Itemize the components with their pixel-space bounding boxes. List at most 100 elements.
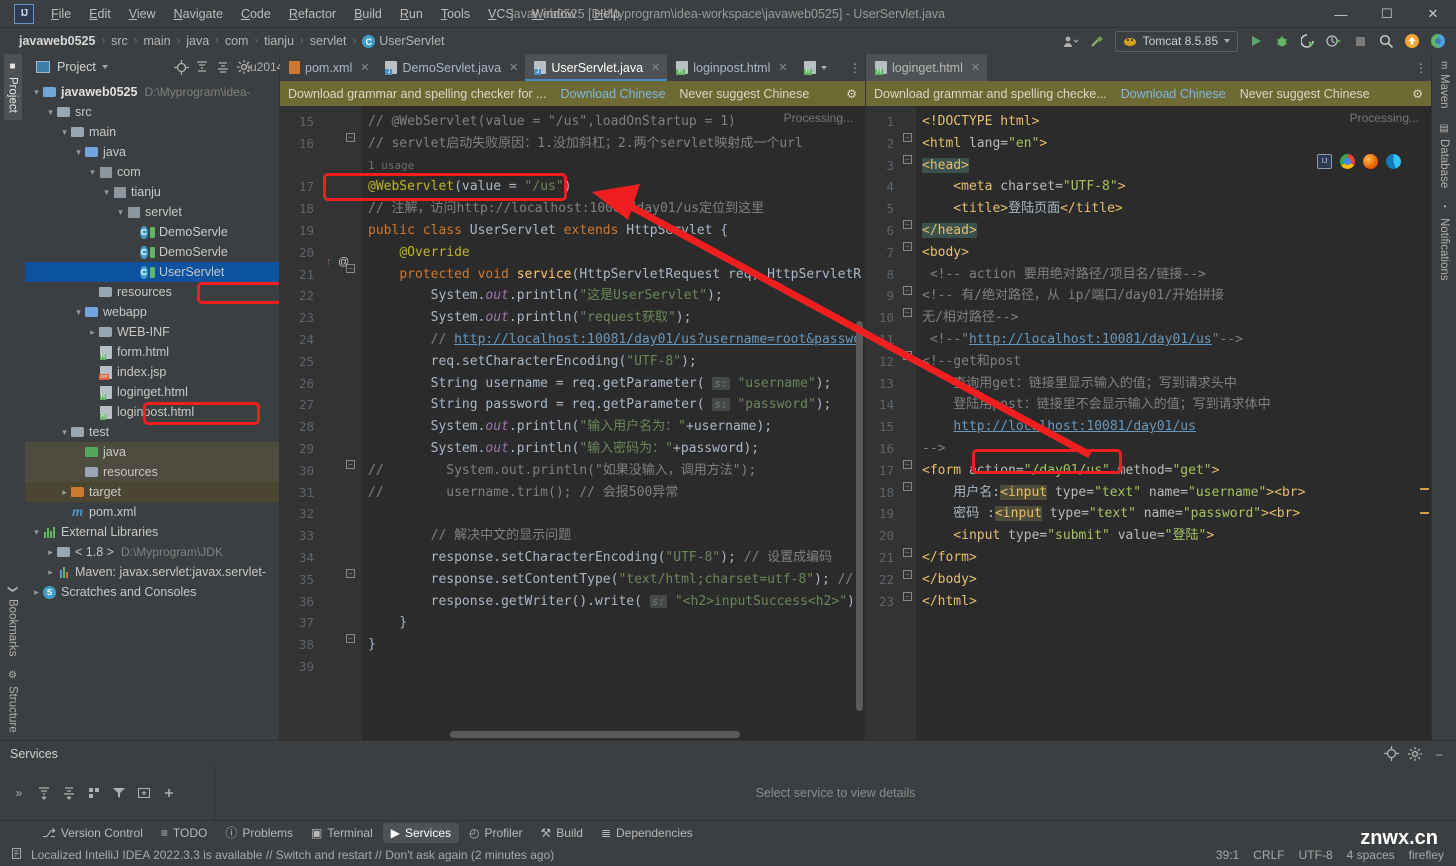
bottom-tab-todo[interactable]: ≡ TODO — [153, 823, 215, 843]
override-marker-icon[interactable]: ↑ — [326, 256, 332, 268]
tree-node-pom-xml[interactable]: m pom.xml — [25, 502, 279, 522]
code-line[interactable]: req.setCharacterEncoding("UTF-8"); — [362, 351, 865, 373]
close-tab-icon[interactable]: ✕ — [651, 61, 660, 74]
run-button[interactable] — [1244, 30, 1268, 52]
chevron-down-icon[interactable]: ▾ — [59, 127, 70, 138]
code-line[interactable]: <!-- 有/绝对路径，从 ip/端口/day01/开始拼接 — [916, 285, 1431, 307]
code-line[interactable]: @WebServlet(value = "/us") — [362, 176, 865, 198]
ide-assistant-icon[interactable] — [1426, 30, 1450, 52]
bottom-tab-terminal[interactable]: ▣ Terminal — [303, 823, 381, 843]
tool-window-tab-structure[interactable]: ⚙ Structure — [4, 663, 22, 740]
tree-node-main[interactable]: ▾ main — [25, 122, 279, 142]
code-line[interactable]: <input type="submit" value="登陆"> — [916, 525, 1431, 547]
ij-browser-icon[interactable]: IJ — [1317, 154, 1332, 169]
search-everywhere-icon[interactable] — [1374, 30, 1398, 52]
expand-all-icon[interactable] — [33, 782, 55, 804]
tool-window-tab-bookmarks[interactable]: ❯ Bookmarks — [4, 578, 22, 663]
code-line[interactable]: String password = req.getParameter( s: "… — [362, 394, 865, 416]
code-line[interactable]: </html> — [916, 591, 1431, 613]
tree-node-java[interactable]: java — [25, 442, 279, 462]
code-line[interactable]: <!-- action 要用绝对路径/项目名/链接--> — [916, 264, 1431, 286]
chevron-down-icon[interactable]: ▾ — [31, 527, 42, 538]
code-line[interactable]: 登陆用post：链接里不会显示输入的值；写到请求体中 — [916, 394, 1431, 416]
tree-node-com[interactable]: ▾ com — [25, 162, 279, 182]
editor-tab-demoservlet-java[interactable]: DemoServlet.java ✕ — [376, 54, 525, 81]
chevron-down-icon[interactable]: ▾ — [87, 167, 98, 178]
code-line[interactable]: response.setContentType("text/html;chars… — [362, 569, 865, 591]
tool-window-tab-database[interactable]: ▤ Database — [1435, 116, 1453, 195]
code-line[interactable]: <form action="/day01/us" method="get"> — [916, 460, 1431, 482]
breadcrumb-item-java[interactable]: java — [183, 33, 212, 49]
git-branch[interactable]: firefley — [1409, 848, 1444, 862]
menu-item-code[interactable]: Code — [232, 3, 280, 25]
close-tab-icon[interactable]: ✕ — [971, 61, 980, 74]
run-with-coverage-button[interactable] — [1296, 30, 1320, 52]
project-tree[interactable]: ▾ javaweb0525 D:\Myprogram\idea- ▾ src ▾ main ▾… — [25, 80, 279, 740]
profiler-button[interactable] — [1322, 30, 1346, 52]
close-tab-icon[interactable]: ✕ — [360, 61, 369, 74]
stop-button[interactable] — [1348, 30, 1372, 52]
tree-node-maven-javax-servlet-javax-servlet-[interactable]: ▸ Maven: javax.servlet:javax.servlet- — [25, 562, 279, 582]
fold-icon[interactable]: – — [903, 286, 912, 295]
fold-icon[interactable]: – — [903, 220, 912, 229]
tree-node-tianju[interactable]: ▾ tianju — [25, 182, 279, 202]
build-hammer-icon[interactable] — [1085, 30, 1109, 52]
tree-node-scratches-and-consoles[interactable]: ▸ S Scratches and Consoles — [25, 582, 279, 602]
chevron-down-icon[interactable]: ▾ — [45, 107, 56, 118]
tree-node-test[interactable]: ▾ test — [25, 422, 279, 442]
ide-update-icon[interactable] — [1400, 30, 1424, 52]
chevron-down-icon[interactable]: ▾ — [73, 147, 84, 158]
run-configuration-selector[interactable]: Tomcat 8.5.85 — [1114, 30, 1238, 52]
close-tab-icon[interactable]: ✕ — [778, 61, 787, 74]
chrome-icon[interactable] — [1340, 154, 1355, 169]
tree-node-servlet[interactable]: ▾ servlet — [25, 202, 279, 222]
editor-tab-pom-xml[interactable]: pom.xml ✕ — [280, 54, 376, 81]
chevron-down-icon[interactable]: ▾ — [31, 87, 42, 98]
code-line[interactable] — [362, 656, 865, 678]
fold-icon[interactable]: – — [903, 351, 912, 360]
bottom-tab-profiler[interactable]: ◴ Profiler — [461, 823, 531, 843]
menu-item-window[interactable]: Window — [523, 3, 585, 25]
code-line[interactable]: <title>登陆页面</title> — [916, 198, 1431, 220]
menu-item-file[interactable]: File — [42, 3, 80, 25]
hide-panel-icon[interactable]: \u2014 — [247, 57, 284, 77]
collapse-all-icon[interactable] — [213, 57, 233, 77]
chevron-down-icon[interactable]: ▾ — [59, 427, 70, 438]
collapse-all-icon[interactable] — [58, 782, 80, 804]
breadcrumb-item-javaweb0525[interactable]: javaweb0525 — [16, 33, 98, 49]
group-icon[interactable] — [83, 782, 105, 804]
breadcrumb-item-src[interactable]: src — [108, 33, 131, 49]
breadcrumb-item-com[interactable]: com — [222, 33, 252, 49]
warning-stripe[interactable] — [1420, 488, 1429, 490]
warning-stripe[interactable] — [1420, 512, 1429, 514]
fold-icon[interactable]: – — [903, 570, 912, 579]
line-separator[interactable]: CRLF — [1253, 848, 1284, 862]
code-line[interactable]: } — [362, 634, 865, 656]
hide-panel-icon[interactable]: – — [1428, 743, 1450, 765]
bottom-tab-build[interactable]: ⚒ Build — [533, 823, 591, 843]
filter-icon[interactable] — [108, 782, 130, 804]
code-line[interactable]: <!--get和post — [916, 351, 1431, 373]
tree-node-java[interactable]: ▾ java — [25, 142, 279, 162]
annotation-marker-icon[interactable]: @ — [338, 256, 349, 268]
indent-setting[interactable]: 4 spaces — [1347, 848, 1395, 862]
firefox-icon[interactable] — [1363, 154, 1378, 169]
fold-icon[interactable]: – — [346, 133, 355, 142]
tree-node-demoservle[interactable]: C DemoServle — [25, 222, 279, 242]
file-encoding[interactable]: UTF-8 — [1299, 848, 1333, 862]
chevron-right-icon[interactable]: ▸ — [31, 587, 42, 598]
download-chinese-link[interactable]: Download Chinese — [1121, 87, 1226, 101]
tool-window-tab-project[interactable]: ■ Project — [3, 54, 22, 120]
tool-window-tab-notifications[interactable]: ◔ Notifications — [1435, 195, 1453, 288]
editor-tab-userservlet-java[interactable]: UserServlet.java ✕ — [525, 54, 668, 81]
editor-tab-overflow[interactable] — [795, 54, 834, 81]
fold-icon[interactable]: – — [903, 482, 912, 491]
bottom-tab-dependencies[interactable]: ≣ Dependencies — [593, 823, 701, 843]
code-line[interactable]: public class UserServlet extends HttpSer… — [362, 220, 865, 242]
code-line[interactable]: 密码 :<input type="text" name="password"><… — [916, 503, 1431, 525]
settings-sync-icon[interactable] — [1059, 30, 1083, 52]
code-line[interactable]: // System.out.println("如果没输入，调用方法"); — [362, 460, 865, 482]
tree-node-javaweb0525[interactable]: ▾ javaweb0525 D:\Myprogram\idea- — [25, 82, 279, 102]
left-code-area[interactable]: 15 16 17 18 19 20 21 22 23 24 25 26 27 28 29 30 31 32 33 34… — [280, 106, 865, 740]
fold-icon[interactable]: – — [346, 569, 355, 578]
